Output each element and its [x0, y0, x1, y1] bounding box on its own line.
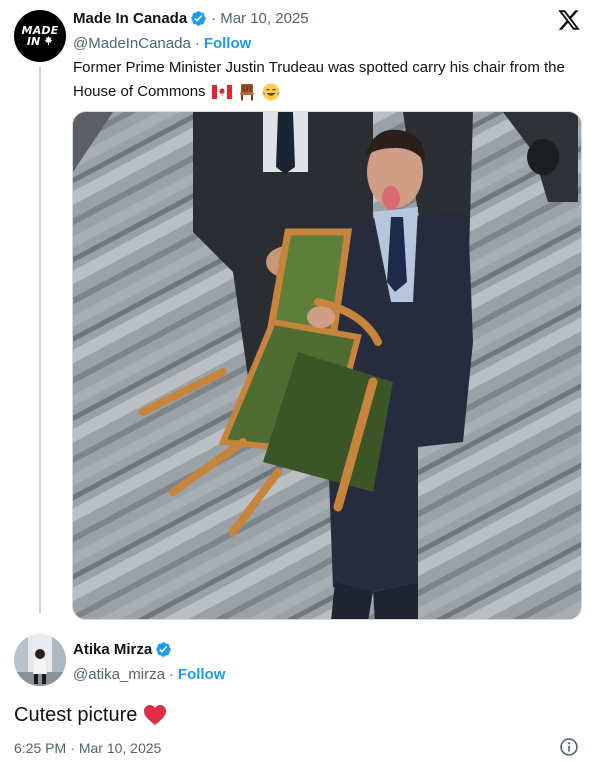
handle-separator: ·	[168, 665, 174, 683]
reply-tweet-body: Cutest picture	[14, 704, 138, 726]
quoted-author-row: Made In Canada · Mar 10, 2025	[73, 8, 309, 28]
verified-badge-icon	[191, 10, 206, 26]
thread-connector-line	[39, 66, 41, 614]
quoted-author-avatar[interactable]: MADE IN	[14, 10, 66, 62]
quoted-author-name[interactable]: Made In Canada	[73, 10, 187, 27]
quoted-tweet-body: Former Prime Minister Justin Trudeau was…	[73, 59, 565, 100]
avatar-text-in: IN	[26, 34, 53, 48]
quoted-handle-row: @MadeInCanada · Follow	[73, 33, 251, 53]
joy-emoji	[262, 83, 280, 101]
quoted-tweet: MADE IN Made In Canada · Mar 10, 2025 @M…	[0, 0, 599, 620]
reply-author-name[interactable]: Atika Mirza	[73, 641, 152, 658]
canada-flag-emoji	[211, 85, 232, 100]
avatar-photo	[14, 634, 66, 686]
red-heart-emoji	[144, 705, 167, 725]
avatar-text-in-word: IN	[26, 34, 41, 48]
quoted-date[interactable]: Mar 10, 2025	[220, 10, 308, 27]
photo-illustration	[73, 112, 581, 619]
handle-separator: ·	[194, 34, 200, 52]
date-separator: ·	[211, 9, 217, 27]
maple-leaf-icon	[44, 35, 53, 45]
quoted-follow-button[interactable]: Follow	[204, 35, 252, 52]
reply-author-row: Atika Mirza	[73, 639, 172, 659]
reply-handle[interactable]: @atika_mirza	[73, 666, 165, 683]
quoted-tweet-text: Former Prime Minister Justin Trudeau was…	[73, 56, 588, 104]
info-icon[interactable]	[559, 737, 579, 757]
tweet-photo[interactable]	[72, 111, 582, 620]
time-separator: ·	[70, 740, 75, 756]
quoted-handle[interactable]: @MadeInCanada	[73, 35, 191, 52]
reply-timestamp[interactable]: 6:25 PM · Mar 10, 2025	[14, 738, 161, 758]
reply-author-avatar[interactable]	[14, 634, 66, 686]
reply-follow-button[interactable]: Follow	[178, 666, 226, 683]
chair-emoji	[239, 84, 254, 101]
reply-handle-row: @atika_mirza · Follow	[73, 664, 225, 684]
x-logo-icon[interactable]	[557, 8, 581, 32]
verified-badge-icon	[156, 641, 171, 657]
reply-time: 6:25 PM	[14, 740, 67, 756]
reply-date: Mar 10, 2025	[78, 740, 162, 756]
reply-tweet-text: Cutest picture	[14, 701, 167, 729]
